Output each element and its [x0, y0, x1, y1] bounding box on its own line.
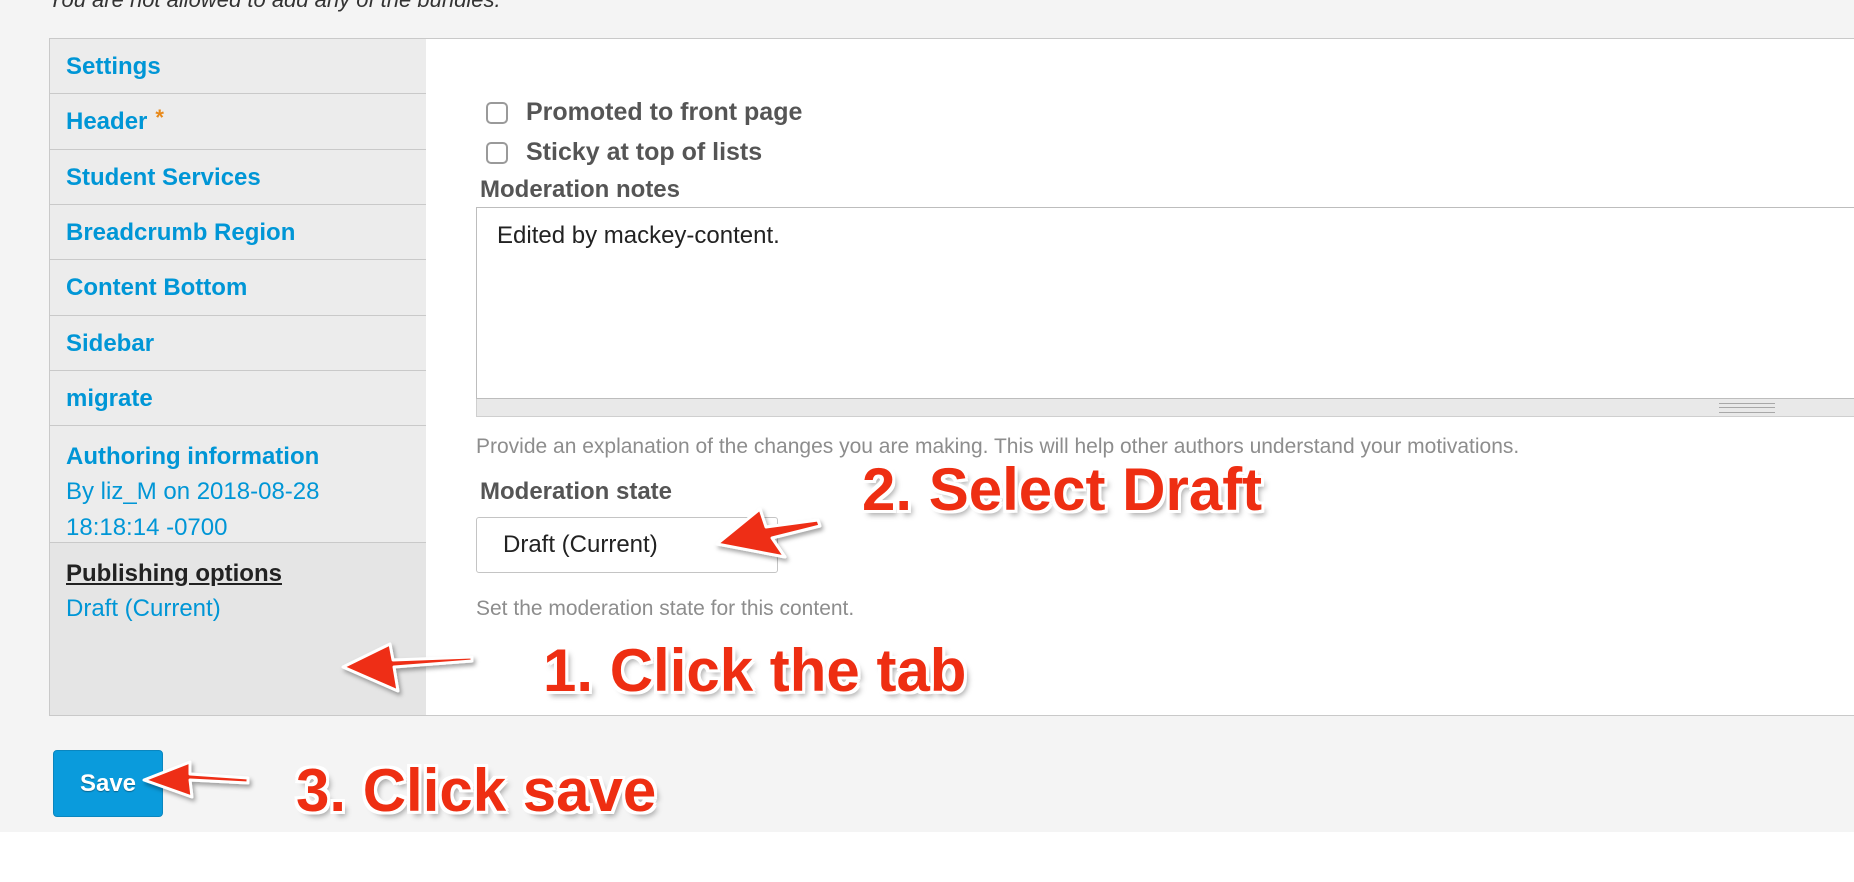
arrow-to-save-icon [142, 760, 250, 799]
arrow-to-tab-icon [341, 642, 474, 693]
arrow-to-select-icon [715, 507, 822, 559]
annotation-arrows [142, 507, 822, 799]
